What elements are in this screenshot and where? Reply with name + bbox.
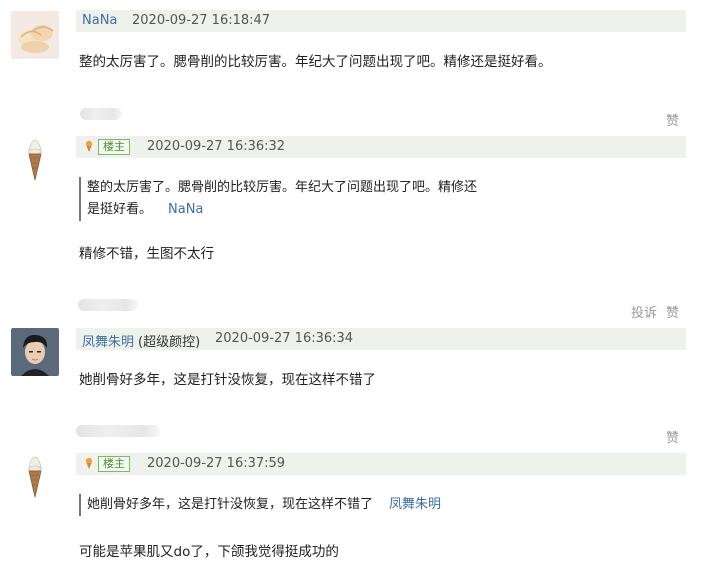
ice-cream-avatar-icon: [11, 453, 59, 501]
blurred-username: [80, 108, 122, 120]
quote-author-link[interactable]: NaNa: [168, 202, 203, 217]
timestamp: 2020-09-27 16:36:32: [147, 139, 286, 154]
timestamp: 2020-09-27 16:37:59: [147, 456, 286, 471]
comment-text: 她削骨好多年，这是打针没恢复，现在这样不错了: [79, 372, 376, 388]
op-badge: 楼主: [98, 456, 130, 472]
quoted-reply: 她削骨好多年，这是打针没恢复，现在这样不错了 凤舞朱明: [79, 494, 441, 516]
quote-line: 整的太厉害了。腮骨削的比较厉害。年纪大了问题出现了吧。精修还: [87, 180, 478, 195]
thread-starter-icon: [85, 140, 93, 152]
avatar[interactable]: [11, 11, 59, 59]
avatar[interactable]: [11, 136, 59, 184]
timestamp: 2020-09-27 16:18:47: [132, 13, 271, 28]
blurred-username: [78, 299, 138, 311]
like-button[interactable]: 赞: [666, 110, 679, 129]
person-avatar-icon: [11, 328, 59, 376]
thread-starter-icon: [85, 457, 93, 469]
comment-header: 楼主 2020-09-27 16:36:32: [76, 136, 686, 158]
avatar[interactable]: [11, 328, 59, 376]
comment-header: 凤舞朱明 (超级颜控) 2020-09-27 16:36:34: [76, 328, 686, 350]
like-button[interactable]: 赞: [666, 302, 679, 321]
user-tag: (超级颜控): [138, 335, 201, 350]
blurred-username: [76, 425, 160, 437]
ice-cream-avatar-icon: [11, 136, 59, 184]
comment-header: NaNa 2020-09-27 16:18:47: [76, 10, 686, 32]
quote-line: 是挺好看。: [87, 202, 153, 217]
comment-text: 整的太厉害了。腮骨削的比较厉害。年纪大了问题出现了吧。精修还是挺好看。: [79, 54, 552, 70]
quoted-reply: 整的太厉害了。腮骨削的比较厉害。年纪大了问题出现了吧。精修还 是挺好看。 NaNa: [79, 177, 477, 221]
comment-text: 可能是苹果肌又do了，下颌我觉得挺成功的: [79, 544, 339, 560]
avatar[interactable]: [11, 453, 59, 501]
like-button[interactable]: 赞: [666, 427, 679, 446]
report-button[interactable]: 投诉: [631, 302, 657, 321]
timestamp: 2020-09-27 16:36:34: [215, 331, 354, 346]
dumpling-avatar-icon: [11, 11, 59, 59]
quote-author-link[interactable]: 凤舞朱明: [389, 497, 441, 512]
username-link[interactable]: NaNa: [82, 13, 117, 28]
op-badge: 楼主: [98, 139, 130, 155]
comment-header: 楼主 2020-09-27 16:37:59: [76, 453, 686, 475]
comment-text: 精修不错，生图不太行: [79, 246, 214, 262]
quote-line: 她削骨好多年，这是打针没恢复，现在这样不错了: [87, 497, 374, 512]
username-link[interactable]: 凤舞朱明: [82, 331, 134, 350]
